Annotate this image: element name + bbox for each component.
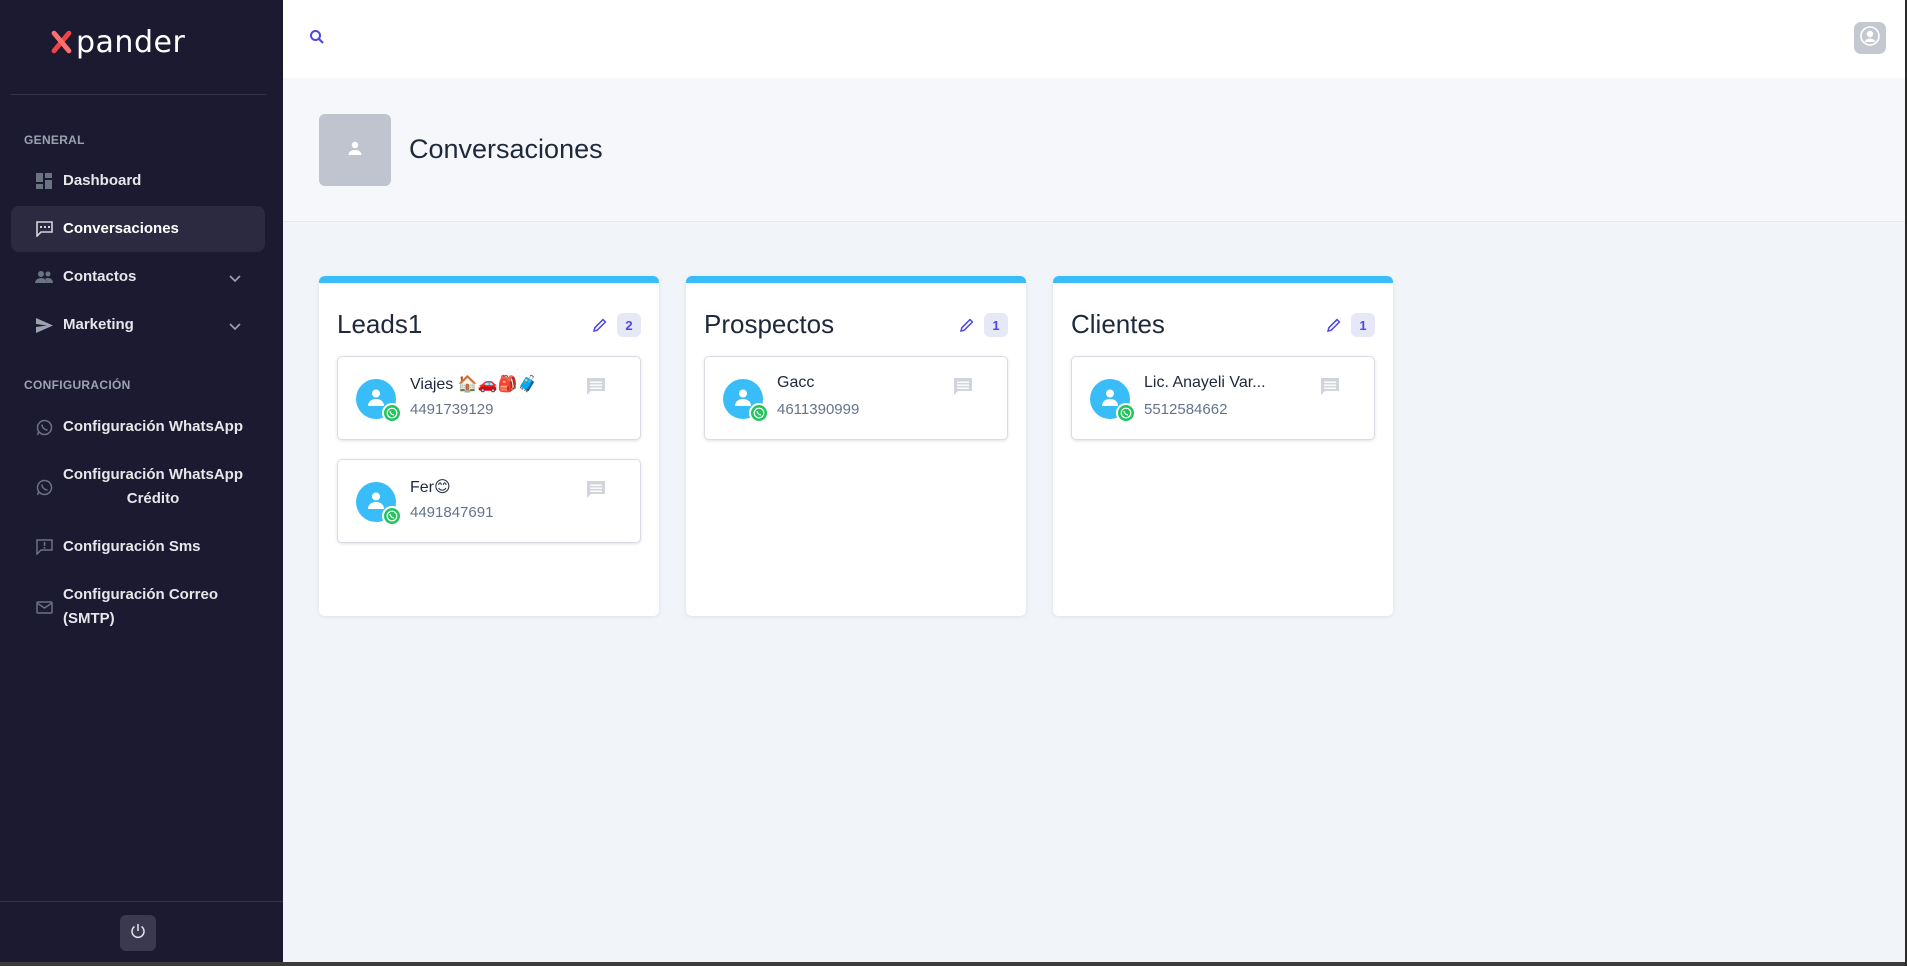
user-icon: [347, 140, 363, 161]
logo-x-icon: [48, 29, 74, 55]
logout-button[interactable]: [120, 915, 156, 951]
contact-phone: 4491847691: [410, 504, 494, 521]
sidebar-item-config-correo[interactable]: Configuración Correo (SMTP): [11, 578, 265, 636]
contact-card[interactable]: Lic. Anayeli Var... 5512584662: [1071, 356, 1375, 440]
user-avatar[interactable]: [1854, 22, 1886, 54]
sidebar-item-label: Marketing: [63, 316, 134, 333]
sms-icon: [35, 538, 53, 556]
count-badge: 1: [984, 313, 1008, 337]
contact-name: Fer😊: [410, 479, 451, 496]
people-icon: [35, 268, 53, 286]
power-icon: [130, 923, 146, 944]
board-prospectos: Prospectos 1 Gacc 4611390999: [686, 276, 1026, 616]
sidebar-item-label: Configuración Correo (SMTP): [63, 586, 219, 627]
section-label-configuracion: CONFIGURACIÓN: [24, 378, 131, 392]
contact-name: Gacc: [777, 374, 815, 391]
contact-card[interactable]: Fer😊 4491847691: [337, 459, 641, 543]
message-icon[interactable]: [1320, 377, 1340, 400]
contact-phone: 5512584662: [1144, 401, 1228, 418]
logo-text: pander: [76, 24, 186, 60]
chat-icon: [35, 220, 53, 238]
dashboard-icon: [35, 172, 53, 190]
sidebar-item-label: Configuración Sms: [63, 538, 201, 555]
search-icon[interactable]: [309, 29, 325, 50]
user-icon: [1860, 25, 1880, 51]
message-icon[interactable]: [586, 480, 606, 503]
chevron-down-icon[interactable]: [229, 318, 241, 335]
sidebar-item-label: Configuración WhatsApp Crédito: [63, 466, 243, 507]
sidebar-item-label: Conversaciones: [63, 220, 179, 237]
contact-card[interactable]: Viajes 🏠🚗🎒🧳 4491739129: [337, 356, 641, 440]
page-icon: [319, 114, 391, 186]
mail-icon: [35, 598, 53, 616]
board-leads1: Leads1 2 Viajes 🏠🚗🎒🧳 4491739129 Fer😊 449…: [319, 276, 659, 616]
message-icon[interactable]: [953, 377, 973, 400]
contact-phone: 4491739129: [410, 401, 494, 418]
whatsapp-icon: [1116, 403, 1136, 423]
sidebar-item-label: Contactos: [63, 268, 137, 285]
sidebar-item-config-whatsapp[interactable]: Configuración WhatsApp: [11, 404, 265, 450]
brand-logo[interactable]: pander: [48, 24, 185, 60]
sidebar-item-dashboard[interactable]: Dashboard: [11, 158, 265, 204]
sidebar-divider: [0, 901, 283, 902]
sidebar-item-config-whatsapp-credito[interactable]: Configuración WhatsApp Crédito: [11, 458, 265, 516]
whatsapp-icon: [35, 478, 53, 496]
whatsapp-icon: [382, 506, 402, 526]
section-label-general: GENERAL: [24, 133, 85, 147]
edit-icon[interactable]: [592, 318, 607, 337]
send-icon: [35, 316, 53, 334]
sidebar: pander GENERAL Dashboard Conversaciones …: [0, 0, 283, 962]
message-icon[interactable]: [586, 377, 606, 400]
contact-name: Lic. Anayeli Var...: [1144, 374, 1266, 391]
sidebar-item-contactos[interactable]: Contactos: [11, 254, 265, 300]
window-bottom-border: [0, 962, 1907, 966]
sidebar-item-label: Configuración WhatsApp: [63, 418, 243, 435]
sidebar-item-label: Dashboard: [63, 172, 142, 189]
sidebar-item-config-sms[interactable]: Configuración Sms: [11, 524, 265, 570]
edit-icon[interactable]: [959, 318, 974, 337]
board-title: Leads1: [337, 309, 423, 339]
whatsapp-icon: [382, 403, 402, 423]
topbar: [283, 0, 1905, 78]
count-badge: 2: [617, 313, 641, 337]
whatsapp-icon: [35, 418, 53, 436]
contact-card[interactable]: Gacc 4611390999: [704, 356, 1008, 440]
sidebar-divider: [10, 94, 266, 95]
sidebar-item-conversaciones[interactable]: Conversaciones: [11, 206, 265, 252]
whatsapp-icon: [749, 403, 769, 423]
sidebar-item-marketing[interactable]: Marketing: [11, 302, 265, 348]
board-title: Prospectos: [704, 309, 835, 339]
page-header: Conversaciones: [283, 78, 1905, 222]
board-title: Clientes: [1071, 309, 1165, 339]
contact-phone: 4611390999: [777, 401, 860, 418]
page-title: Conversaciones: [409, 134, 603, 164]
edit-icon[interactable]: [1326, 318, 1341, 337]
count-badge: 1: [1351, 313, 1375, 337]
board-clientes: Clientes 1 Lic. Anayeli Var... 551258466…: [1053, 276, 1393, 616]
chevron-down-icon[interactable]: [229, 270, 241, 287]
main-content: Conversaciones Leads1 2 Viajes 🏠🚗🎒🧳 4491…: [283, 0, 1905, 962]
contact-name: Viajes 🏠🚗🎒🧳: [410, 376, 538, 393]
